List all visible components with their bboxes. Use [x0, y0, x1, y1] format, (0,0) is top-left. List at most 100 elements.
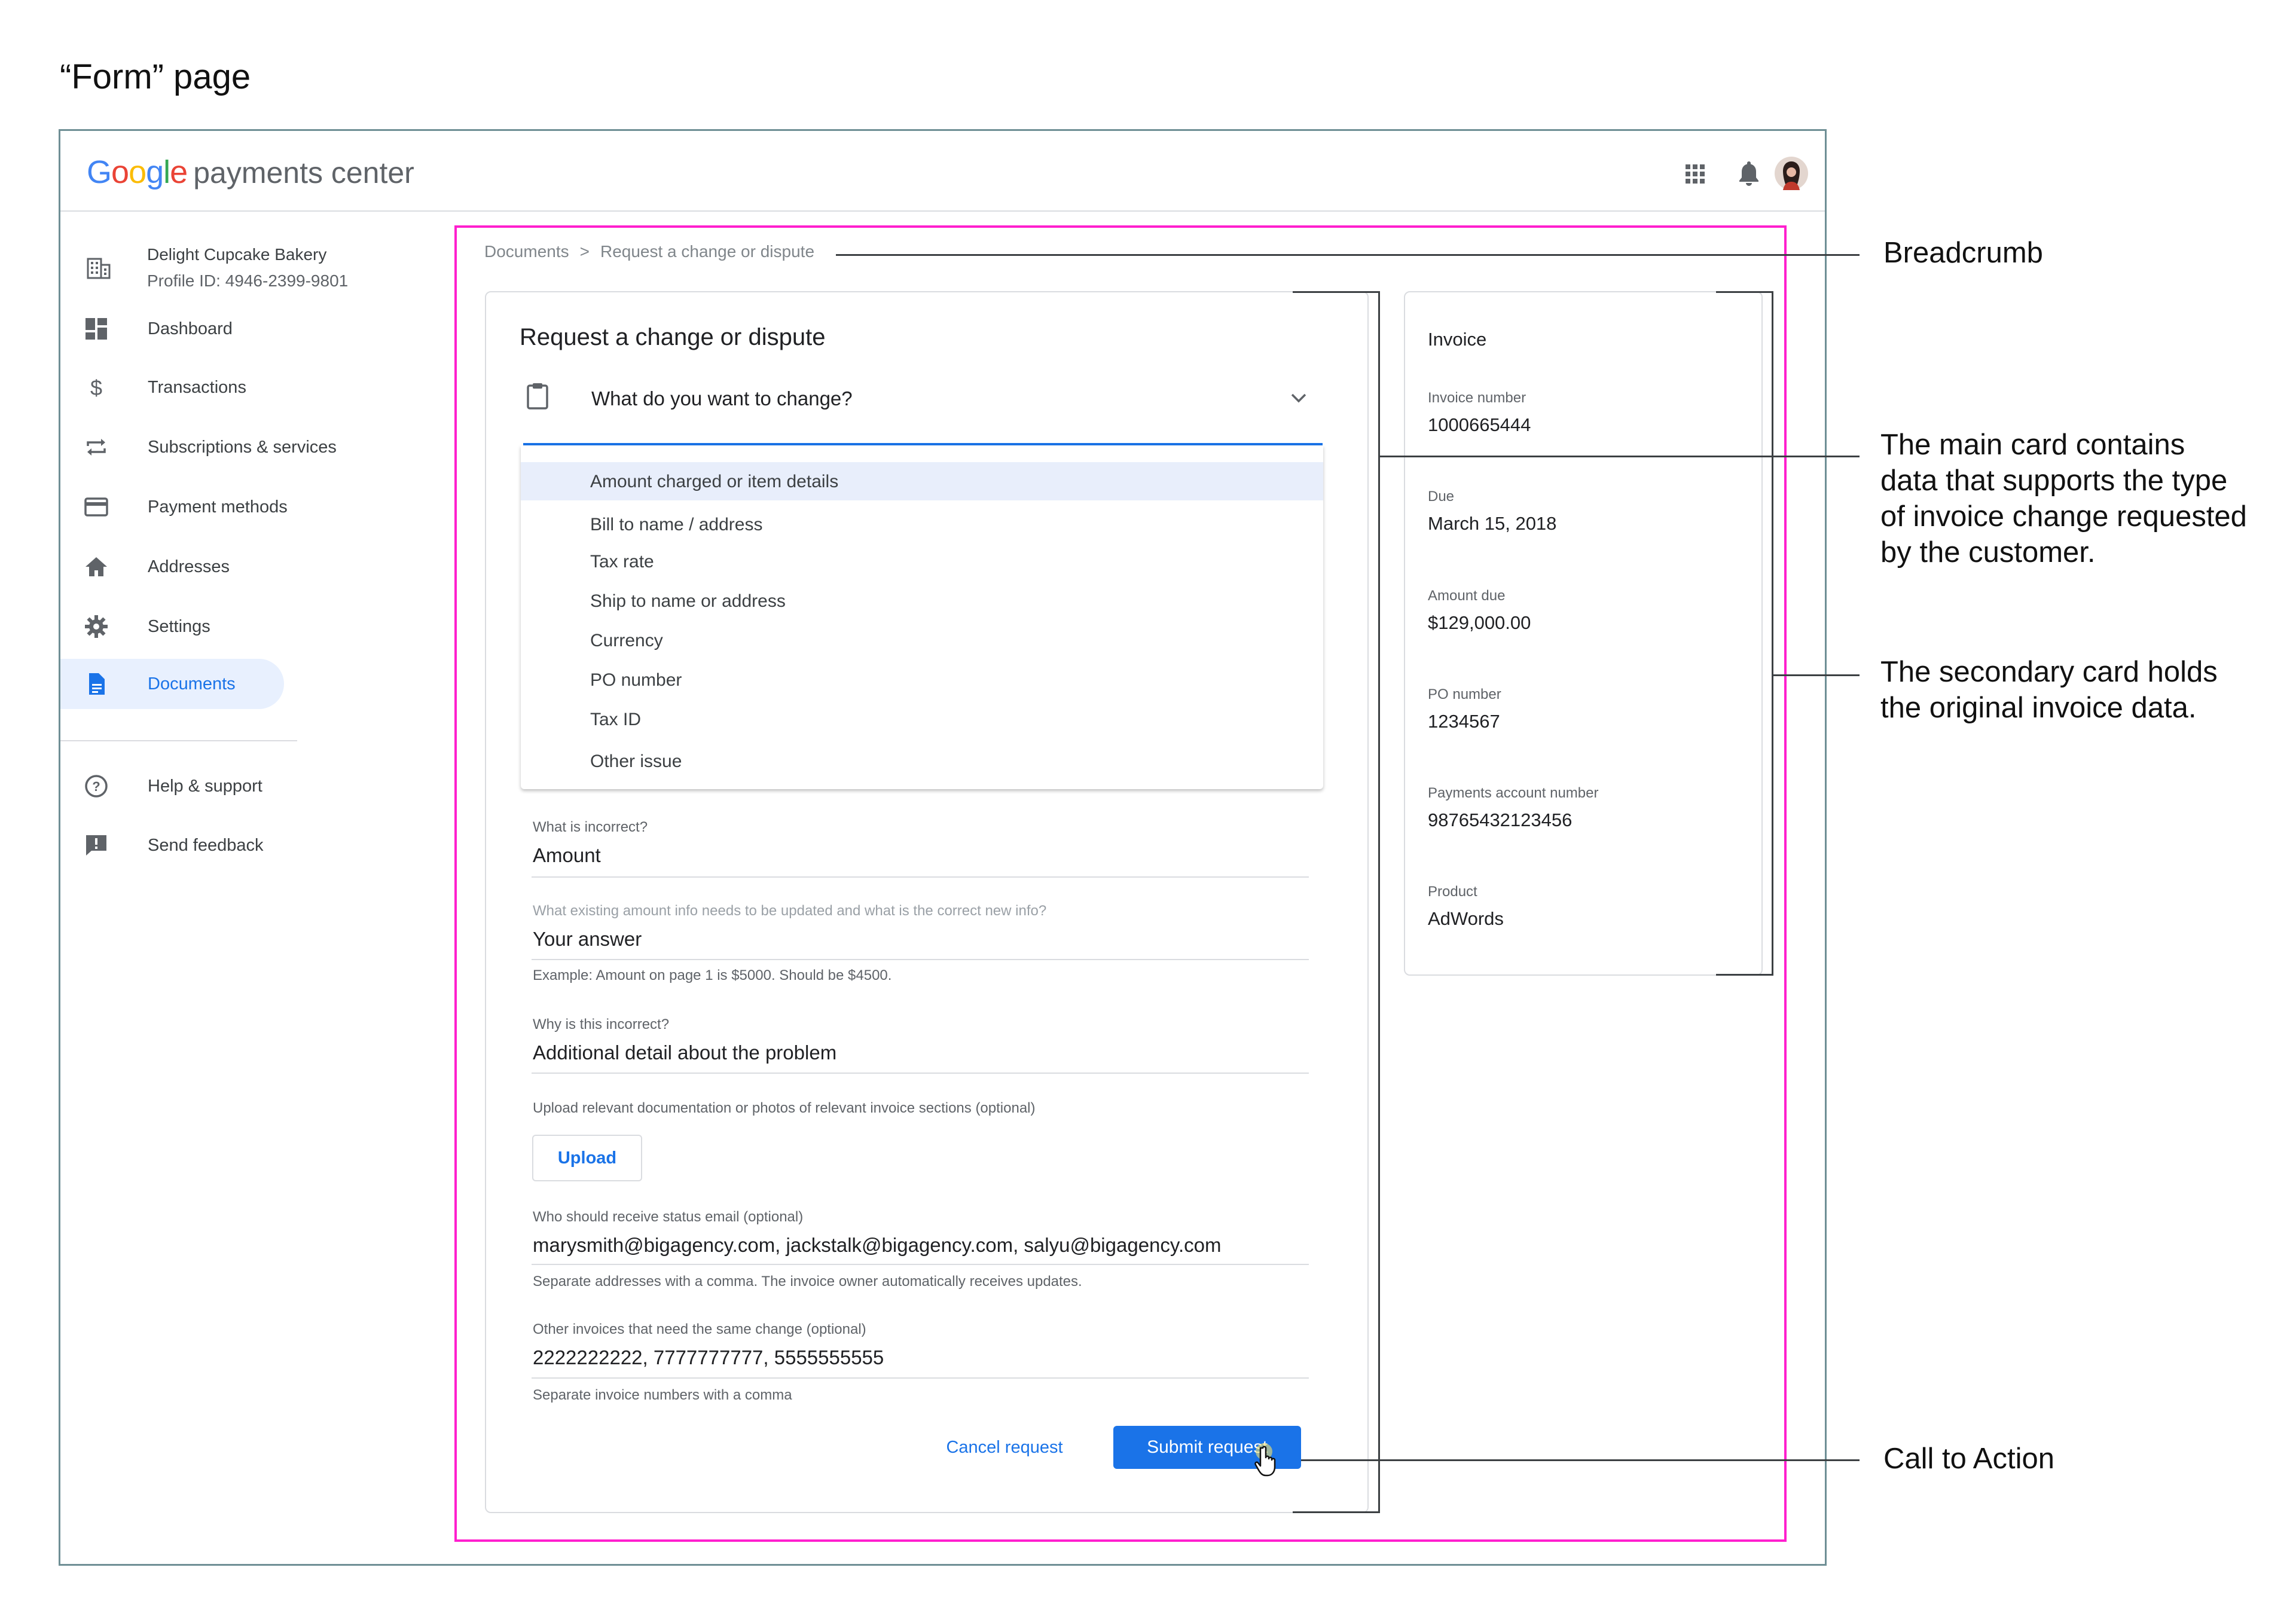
breadcrumb-current: Request a change or dispute — [600, 242, 815, 261]
app-title: payments center — [193, 156, 414, 190]
bell-icon[interactable] — [1738, 160, 1760, 187]
feedback-icon — [86, 835, 106, 856]
document-icon — [89, 673, 105, 695]
dropdown-option[interactable]: Ship to name or address — [521, 582, 1323, 620]
hand-cursor-icon — [1254, 1443, 1276, 1477]
dashboard-icon — [86, 318, 107, 340]
annotation-secondary-card: The secondary card holds the original in… — [1880, 656, 2218, 724]
sidebar-item-payment-methods[interactable]: Payment methods — [60, 489, 288, 525]
home-icon — [86, 557, 107, 576]
sidebar-item-subscriptions[interactable]: Subscriptions & services — [60, 429, 337, 465]
amount-due-value: $129,000.00 — [1428, 612, 1531, 633]
sidebar-item-dashboard[interactable]: Dashboard — [60, 311, 288, 347]
sidebar-item-help[interactable]: ? Help & support — [60, 768, 288, 804]
sidebar-item-label: Settings — [148, 617, 210, 636]
breadcrumb-leader — [836, 254, 1860, 256]
change-type-dropdown: Amount charged or item details Bill to n… — [521, 445, 1323, 789]
sidebar-item-label: Documents — [148, 674, 236, 693]
product-value: AdWords — [1428, 908, 1504, 929]
sidebar-item-label: Send feedback — [148, 836, 264, 855]
main-card-bracket-top — [1293, 291, 1380, 293]
dropdown-option[interactable]: Currency — [521, 621, 1323, 659]
emails-underline — [532, 1264, 1309, 1265]
annotation-cta: Call to Action — [1883, 1443, 2054, 1475]
amount-info-field[interactable]: Your answer — [533, 928, 642, 951]
sidebar-item-label: Transactions — [148, 378, 246, 397]
help-icon: ? — [85, 775, 108, 798]
dropdown-option[interactable]: Tax ID — [521, 700, 1323, 738]
why-underline — [532, 1073, 1309, 1074]
amount-info-label: What existing amount info needs to be up… — [533, 903, 1047, 919]
svg-text:$: $ — [90, 375, 102, 400]
account-name: Delight Cupcake Bakery — [147, 245, 327, 264]
product-label: Product — [1428, 884, 1477, 900]
svg-text:?: ? — [92, 779, 100, 794]
due-label: Due — [1428, 488, 1455, 505]
dropdown-option[interactable]: Other issue — [521, 742, 1323, 780]
incorrect-label: What is incorrect? — [533, 819, 648, 835]
invoice-card-bracket-bottom — [1716, 974, 1773, 976]
why-label: Why is this incorrect? — [533, 1016, 670, 1032]
repeat-icon — [87, 439, 106, 456]
cta-leader — [1301, 1459, 1860, 1461]
app-logo[interactable]: Google payments center — [87, 154, 414, 191]
apps-grid-icon[interactable] — [1685, 164, 1705, 184]
dropdown-option[interactable]: Amount charged or item details — [521, 462, 1323, 500]
invoice-card-title: Invoice — [1428, 329, 1487, 350]
incorrect-field[interactable]: Amount — [533, 844, 601, 867]
emails-field[interactable]: marysmith@bigagency.com, jackstalk@bigag… — [533, 1234, 1221, 1257]
other-invoices-label: Other invoices that need the same change… — [533, 1321, 866, 1337]
dropdown-option[interactable]: PO number — [521, 661, 1323, 699]
clipboard-icon — [527, 383, 548, 410]
other-invoices-help: Separate invoice numbers with a comma — [533, 1387, 792, 1403]
credit-card-icon — [84, 497, 108, 517]
emails-label: Who should receive status email (optiona… — [533, 1209, 804, 1225]
gear-icon — [85, 615, 108, 638]
due-value: March 15, 2018 — [1428, 513, 1557, 534]
annotation-main-card: The main card contains data that support… — [1880, 429, 2247, 569]
sidebar-item-settings[interactable]: Settings — [60, 609, 288, 644]
upload-button[interactable]: Upload — [532, 1135, 642, 1181]
sidebar-item-label: Payment methods — [148, 497, 288, 517]
invoice-number-value: 1000665444 — [1428, 414, 1531, 435]
payments-account-value: 98765432123456 — [1428, 809, 1573, 830]
invoice-card-bracket-side — [1772, 291, 1773, 976]
incorrect-underline — [532, 876, 1309, 878]
sidebar-item-label: Help & support — [148, 777, 262, 796]
page-heading: “Form” page — [60, 57, 251, 96]
why-field[interactable]: Additional detail about the problem — [533, 1041, 836, 1064]
po-number-label: PO number — [1428, 686, 1501, 702]
invoice-card-bracket-top — [1716, 291, 1773, 293]
sidebar-item-label: Dashboard — [148, 319, 233, 338]
breadcrumb-separator: > — [579, 242, 590, 261]
upload-label: Upload relevant documentation or photos … — [533, 1100, 1036, 1116]
building-icon — [87, 258, 111, 279]
change-type-select[interactable]: What do you want to change? — [591, 387, 853, 410]
card-title: Request a change or dispute — [520, 324, 826, 350]
other-invoices-underline — [532, 1377, 1309, 1379]
sidebar-item-label: Addresses — [148, 557, 230, 576]
main-card-bracket-side — [1378, 291, 1380, 1513]
dollar-icon: $ — [90, 375, 102, 400]
invoice-number-label: Invoice number — [1428, 390, 1526, 406]
breadcrumb: Documents > Request a change or dispute — [484, 242, 814, 261]
payments-account-label: Payments account number — [1428, 785, 1599, 801]
sidebar-item-transactions[interactable]: $ Transactions — [60, 369, 288, 405]
main-card-leader — [1378, 456, 1860, 457]
sidebar-item-addresses[interactable]: Addresses — [60, 549, 288, 585]
amount-info-help: Example: Amount on page 1 is $5000. Shou… — [533, 967, 892, 983]
sidebar-item-feedback[interactable]: Send feedback — [60, 827, 288, 863]
other-invoices-field[interactable]: 2222222222, 7777777777, 5555555555 — [533, 1346, 884, 1369]
cancel-request-button[interactable]: Cancel request — [933, 1428, 1076, 1467]
po-number-value: 1234567 — [1428, 711, 1500, 732]
sidebar-item-label: Subscriptions & services — [148, 438, 337, 457]
chevron-down-icon[interactable] — [1290, 392, 1307, 404]
invoice-card-leader — [1772, 674, 1860, 676]
dropdown-option[interactable]: Bill to name / address — [521, 505, 1323, 543]
dropdown-option[interactable]: Tax rate — [521, 542, 1323, 581]
sidebar-item-documents[interactable]: Documents — [60, 659, 284, 709]
annotation-breadcrumb: Breadcrumb — [1883, 237, 2043, 269]
avatar[interactable] — [1775, 157, 1808, 190]
breadcrumb-root[interactable]: Documents — [484, 242, 569, 261]
amount-due-label: Amount due — [1428, 588, 1506, 604]
